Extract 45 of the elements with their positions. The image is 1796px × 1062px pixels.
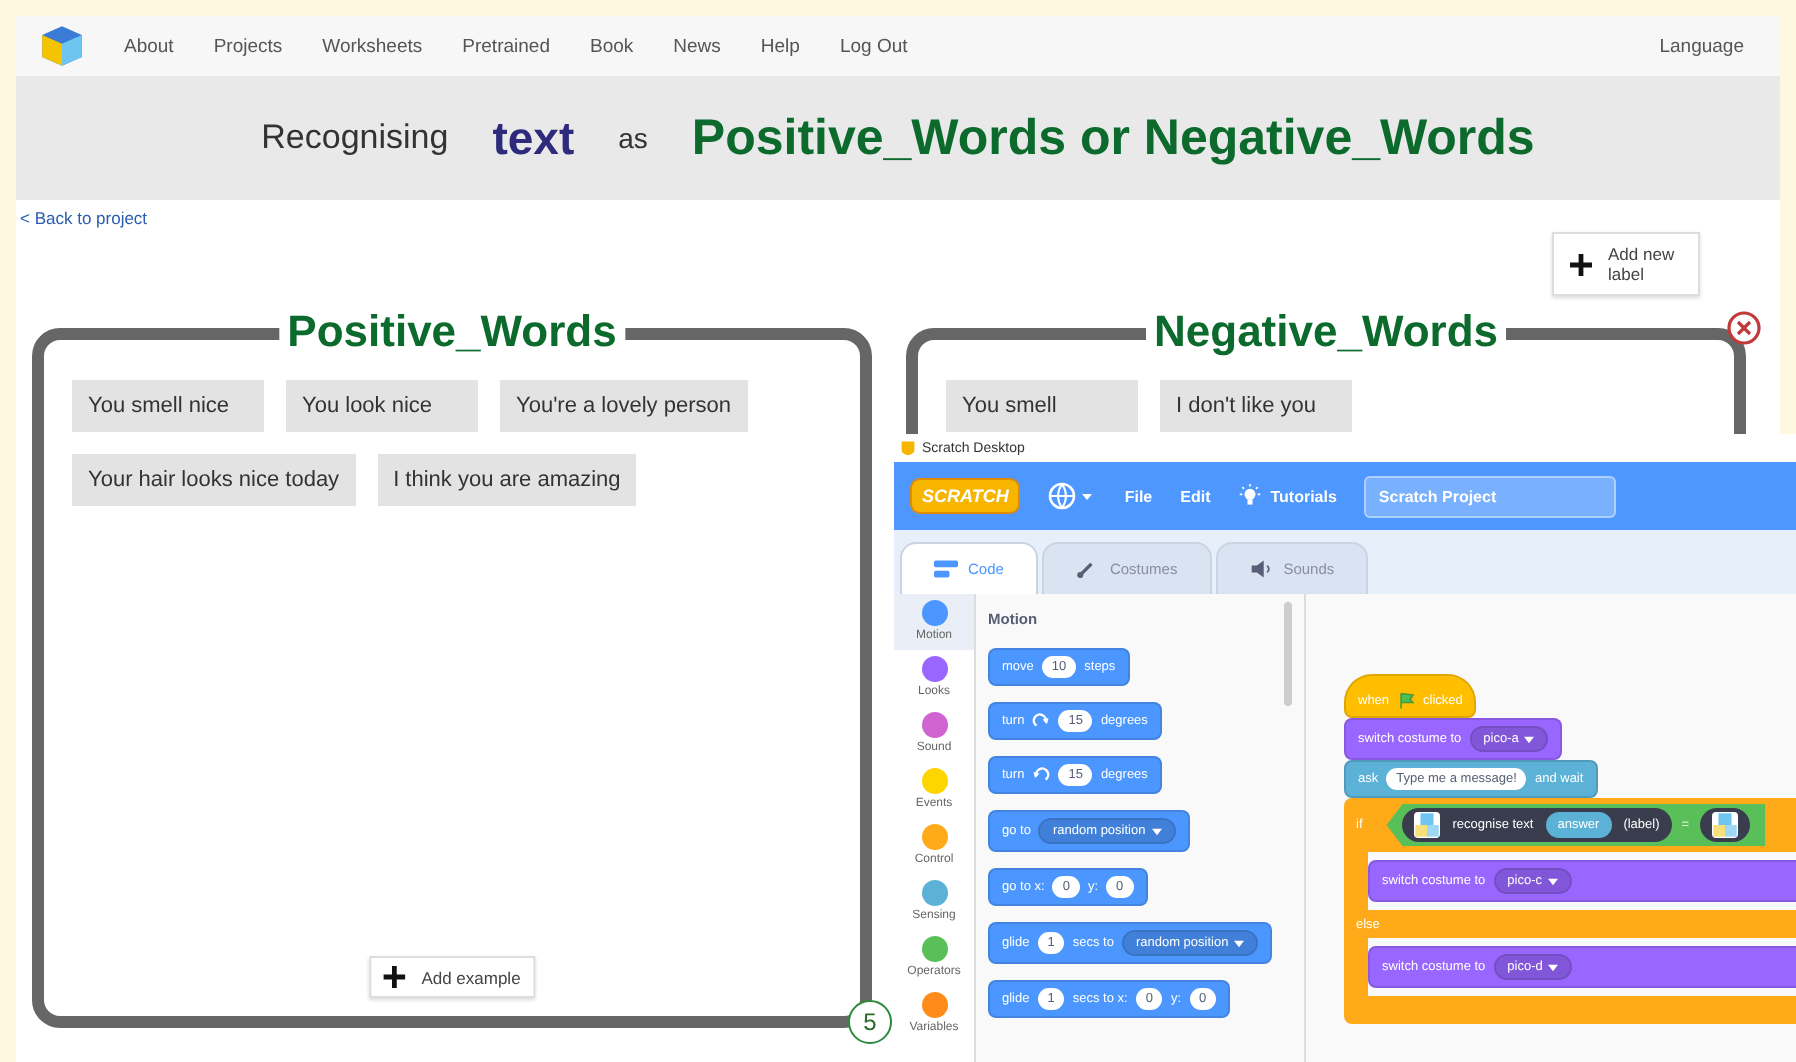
nav-link[interactable]: About [124, 35, 174, 57]
nav-link[interactable]: Log Out [839, 35, 908, 57]
example-count-badge: 5 [848, 1000, 892, 1044]
caret-icon [1234, 939, 1245, 947]
delete-icon[interactable] [1726, 310, 1762, 346]
caret-icon [1524, 735, 1535, 743]
back-link[interactable]: < Back to project [20, 208, 148, 228]
training-example[interactable]: I think you are amazing [377, 454, 637, 506]
speaker-icon [1249, 560, 1274, 578]
caret-icon [1548, 963, 1559, 971]
cube-icon [1414, 812, 1441, 838]
caret-icon [1548, 877, 1559, 885]
flag-icon [1397, 692, 1416, 710]
scrollbar[interactable] [1284, 602, 1292, 706]
add-example-button[interactable]: Add example [369, 956, 535, 998]
globe-icon[interactable] [1048, 482, 1097, 510]
app-icon [900, 440, 916, 456]
rotate-clockwise-icon [1032, 712, 1051, 730]
training-example[interactable]: I don't like you [1160, 380, 1352, 432]
lightbulb-icon [1238, 484, 1263, 508]
heading-text: as [618, 122, 648, 154]
labels-text: Positive_Words or Negative_Words [691, 109, 1535, 167]
nav-link[interactable]: Pretrained [462, 35, 550, 57]
extension-reporter[interactable] [1699, 808, 1750, 842]
training-example[interactable]: You look nice [286, 380, 478, 432]
rotate-counterclockwise-icon [1032, 766, 1051, 784]
plus-icon [1570, 253, 1592, 275]
nav-link[interactable]: Projects [213, 35, 283, 57]
data-type-text: text [492, 111, 575, 165]
cube-icon [1711, 812, 1738, 838]
nav-link[interactable]: Worksheets [322, 35, 423, 57]
training-example[interactable]: You're a lovely person [500, 380, 747, 432]
training-example[interactable]: Your hair looks nice today [72, 454, 356, 506]
training-example[interactable]: You smell nice [72, 380, 264, 432]
plus-icon [383, 966, 406, 988]
training-example[interactable]: You smell [946, 380, 1138, 432]
heading-text: Recognising [261, 118, 449, 158]
caret-icon [1151, 827, 1162, 835]
add-label-button[interactable]: Add new label [1552, 232, 1700, 296]
cube-logo-icon [40, 24, 84, 68]
code-icon [934, 560, 958, 578]
nav-link[interactable]: Book [589, 35, 634, 57]
nav-link[interactable]: Help [760, 35, 800, 57]
nav-link[interactable]: News [673, 35, 721, 57]
language-link[interactable]: Language [1659, 35, 1744, 57]
